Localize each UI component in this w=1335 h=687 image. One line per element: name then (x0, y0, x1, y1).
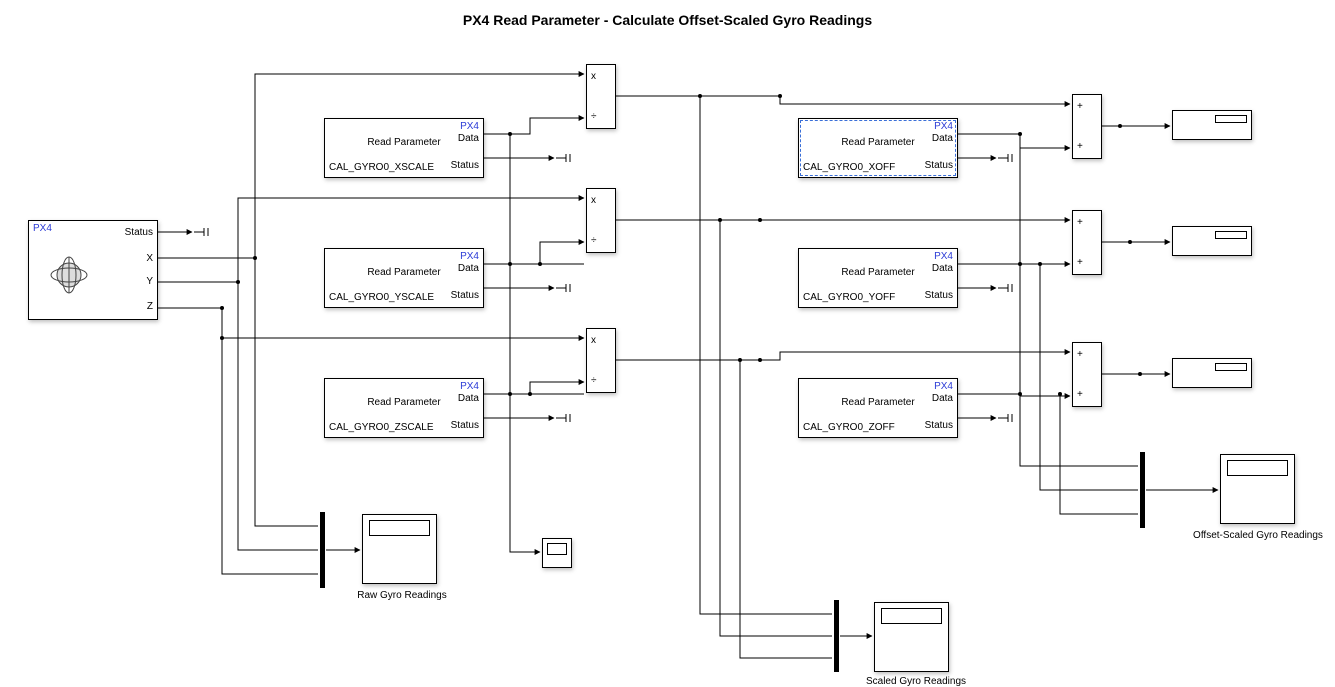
operator-symbol: ÷ (591, 235, 597, 246)
diagram-title: PX4 Read Parameter - Calculate Offset-Sc… (0, 12, 1335, 28)
terminator-icon (998, 413, 1016, 423)
px4-tag: PX4 (934, 381, 953, 392)
px4-tag: PX4 (460, 251, 479, 262)
product-block-x[interactable]: x ÷ (586, 64, 616, 129)
operator-symbol: + (1077, 141, 1083, 152)
port-status-label: Status (451, 420, 479, 431)
operator-symbol: + (1077, 349, 1083, 360)
product-block-z[interactable]: x ÷ (586, 328, 616, 393)
param-name-label: CAL_GYRO0_XSCALE (329, 162, 434, 173)
port-x-label: X (146, 253, 153, 264)
px4-tag: PX4 (33, 223, 52, 234)
read-param-xscale[interactable]: PX4 Data Status Read Parameter CAL_GYRO0… (324, 118, 484, 178)
terminator-icon (556, 283, 574, 293)
sum-block-y[interactable]: + + (1072, 210, 1102, 275)
operator-symbol: + (1077, 257, 1083, 268)
port-status-label: Status (925, 160, 953, 171)
read-parameter-label: Read Parameter (325, 397, 483, 408)
gyro-sensor-block[interactable]: PX4 Status X Y Z (28, 220, 158, 320)
operator-symbol: x (591, 71, 596, 82)
read-parameter-label: Read Parameter (799, 267, 957, 278)
read-parameter-label: Read Parameter (799, 397, 957, 408)
simulink-canvas[interactable]: PX4 Read Parameter - Calculate Offset-Sc… (0, 0, 1335, 687)
display-block-x[interactable] (1172, 110, 1252, 140)
scope-scaled[interactable] (874, 602, 949, 672)
operator-symbol: ÷ (591, 111, 597, 122)
signal-lines (0, 0, 1335, 687)
scope-offset-caption: Offset-Scaled Gyro Readings (1178, 530, 1335, 541)
port-status-label: Status (451, 160, 479, 171)
px4-tag: PX4 (460, 121, 479, 132)
operator-symbol: ÷ (591, 375, 597, 386)
px4-tag: PX4 (460, 381, 479, 392)
scope-scaled-caption: Scaled Gyro Readings (846, 676, 986, 687)
scope-raw[interactable] (362, 514, 437, 584)
sum-block-z[interactable]: + + (1072, 342, 1102, 407)
display-block-y[interactable] (1172, 226, 1252, 256)
port-status-label: Status (925, 290, 953, 301)
operator-symbol: x (591, 335, 596, 346)
read-parameter-label: Read Parameter (325, 137, 483, 148)
port-status-label: Status (925, 420, 953, 431)
read-param-xoff[interactable]: PX4 Data Status Read Parameter CAL_GYRO0… (798, 118, 958, 178)
port-status-label: Status (125, 227, 153, 238)
param-name-label: CAL_GYRO0_YSCALE (329, 292, 434, 303)
read-param-yscale[interactable]: PX4 Data Status Read Parameter CAL_GYRO0… (324, 248, 484, 308)
terminator-icon (998, 283, 1016, 293)
terminator-icon (556, 153, 574, 163)
mux-block-offset[interactable] (1140, 452, 1145, 528)
terminator-icon (556, 413, 574, 423)
mux-block-raw[interactable] (320, 512, 325, 588)
param-name-label: CAL_GYRO0_ZSCALE (329, 422, 434, 433)
port-status-label: Status (451, 290, 479, 301)
px4-tag: PX4 (934, 251, 953, 262)
sum-block-x[interactable]: + + (1072, 94, 1102, 159)
product-block-y[interactable]: x ÷ (586, 188, 616, 253)
param-name-label: CAL_GYRO0_XOFF (803, 162, 895, 173)
scope-offset[interactable] (1220, 454, 1295, 524)
param-name-label: CAL_GYRO0_ZOFF (803, 422, 895, 433)
scope-raw-caption: Raw Gyro Readings (332, 590, 472, 601)
operator-symbol: x (591, 195, 596, 206)
terminator-icon (998, 153, 1016, 163)
port-y-label: Y (146, 276, 153, 287)
operator-symbol: + (1077, 389, 1083, 400)
gyro-icon (47, 253, 91, 297)
port-z-label: Z (147, 301, 153, 312)
read-parameter-label: Read Parameter (325, 267, 483, 278)
terminator-icon (194, 227, 212, 237)
px4-tag: PX4 (934, 121, 953, 132)
mux-block-scaled[interactable] (834, 600, 839, 672)
param-name-label: CAL_GYRO0_YOFF (803, 292, 895, 303)
operator-symbol: + (1077, 101, 1083, 112)
read-parameter-label: Read Parameter (799, 137, 957, 148)
read-param-zscale[interactable]: PX4 Data Status Read Parameter CAL_GYRO0… (324, 378, 484, 438)
read-param-yoff[interactable]: PX4 Data Status Read Parameter CAL_GYRO0… (798, 248, 958, 308)
read-param-zoff[interactable]: PX4 Data Status Read Parameter CAL_GYRO0… (798, 378, 958, 438)
operator-symbol: + (1077, 217, 1083, 228)
scope-scale-params[interactable] (542, 538, 572, 568)
display-block-z[interactable] (1172, 358, 1252, 388)
